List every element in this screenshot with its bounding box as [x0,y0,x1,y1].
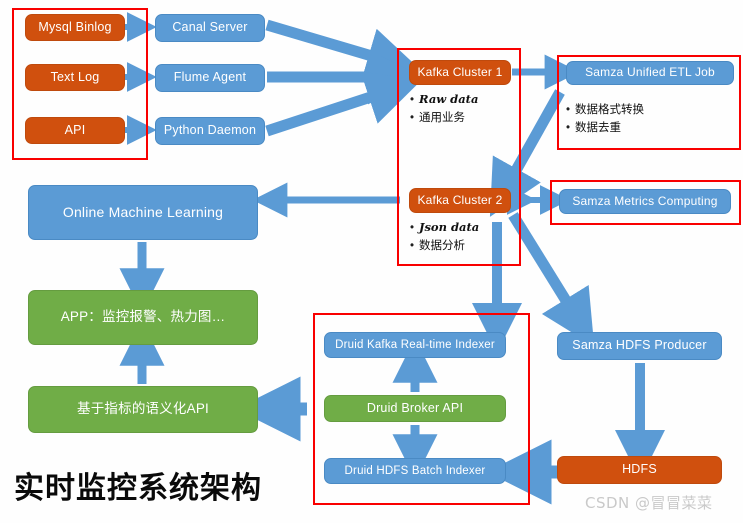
etl-bullet-1: • 数据去重 [566,119,621,134]
node-samza-hdfs-producer[interactable]: Samza HDFS Producer [557,332,722,360]
arrow-to-hdfs-producer [508,212,595,347]
kafka2-bullet-1: • 数据分析 [410,237,465,252]
page-title: 实时监控系统架构 [14,471,262,506]
node-canal-server[interactable]: Canal Server [155,14,265,42]
kafka1-bullet-1: • 通用业务 [410,109,465,124]
node-python-daemon[interactable]: Python Daemon [155,117,265,145]
node-online-machine-learning[interactable]: Online Machine Learning [28,185,258,240]
node-mysql-binlog[interactable]: Mysql Binlog [25,14,125,41]
node-app-layer[interactable]: APP：监控报警、热力图… [28,290,258,345]
node-samza-metrics-computing[interactable]: Samza Metrics Computing [559,189,731,214]
architecture-diagram: Mysql Binlog Text Log API Canal Server F… [0,0,743,523]
samza-etl-bullets: • 数据格式转换 • 数据去重 [566,101,736,136]
node-semantic-api[interactable]: 基于指标的语义化API [28,386,258,433]
kafka2-bullet-0: • Json data [410,220,480,234]
node-druid-broker-api[interactable]: Druid Broker API [324,395,506,422]
etl-bullet-0: • 数据格式转换 [566,102,644,116]
node-flume-agent[interactable]: Flume Agent [155,64,265,92]
kafka-cluster-1-bullets: • Raw data • 通用业务 [410,91,516,126]
node-druid-hdfs-batch-indexer[interactable]: Druid HDFS Batch Indexer [324,458,506,484]
kafka-cluster-2-bullets: • Json data • 数据分析 [410,219,516,254]
node-kafka-cluster-2[interactable]: Kafka Cluster 2 [409,188,511,213]
node-kafka-cluster-1[interactable]: Kafka Cluster 1 [409,60,511,85]
kafka1-bullet-0: • Raw data [410,92,479,106]
node-samza-unified-etl-job[interactable]: Samza Unified ETL Job [566,61,734,85]
node-text-log[interactable]: Text Log [25,64,125,91]
node-druid-kafka-realtime-indexer[interactable]: Druid Kafka Real-time Indexer [324,332,506,358]
node-hdfs[interactable]: HDFS [557,456,722,484]
node-api[interactable]: API [25,117,125,144]
watermark: CSDN @冒冒菜菜 [585,494,713,512]
arrow-canal-to-kafka1 [265,19,422,82]
arrow-python-to-kafka1 [265,71,422,137]
